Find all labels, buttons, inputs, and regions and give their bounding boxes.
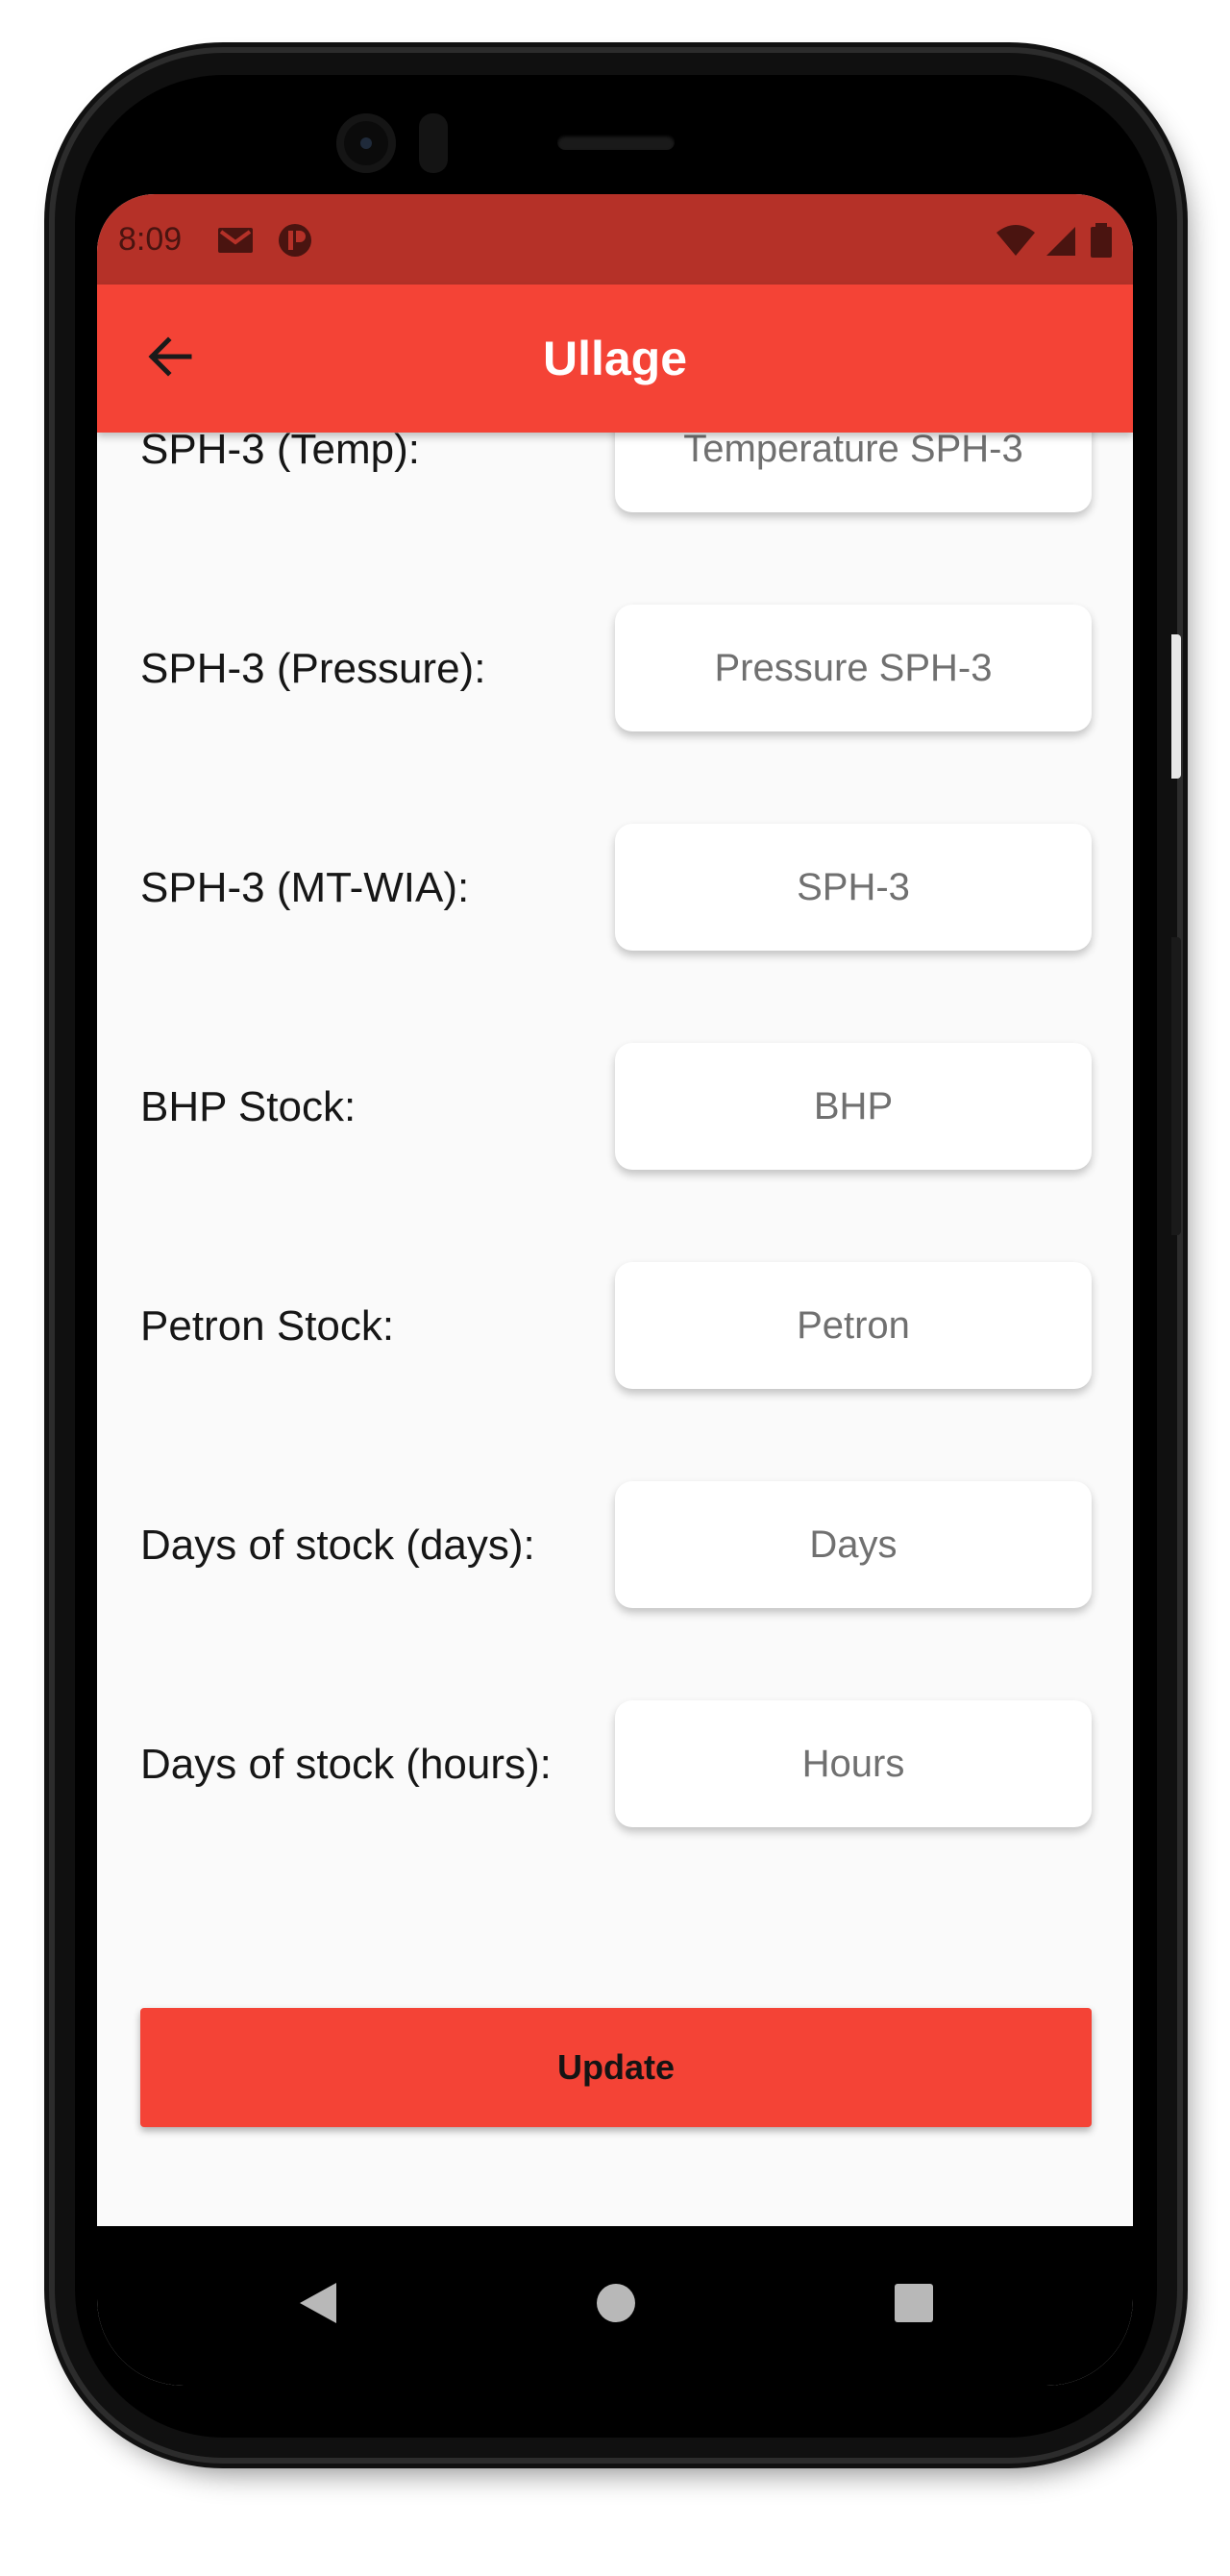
field-label: Days of stock (hours):	[140, 1741, 552, 1788]
app-notification-icon	[276, 223, 314, 258]
gmail-icon	[216, 223, 255, 258]
app-bar: Ullage	[97, 285, 1133, 433]
earpiece-speaker	[557, 135, 675, 150]
field-label: Days of stock (days):	[140, 1522, 535, 1569]
battery-icon	[1089, 223, 1114, 258]
status-bar: 8:09	[97, 194, 1133, 285]
nav-recents-button[interactable]	[877, 2268, 950, 2341]
system-navigation-bar	[97, 2226, 1133, 2386]
form-content: SPH-3 (Temp): SPH-3 (Pressure): SPH-3 (M…	[97, 385, 1133, 2226]
update-button[interactable]: Update	[140, 2008, 1092, 2127]
field-label: SPH-3 (Pressure):	[140, 645, 486, 692]
days-of-stock-days-input[interactable]	[615, 1481, 1092, 1608]
power-button	[1171, 937, 1181, 1235]
nav-home-button[interactable]	[579, 2268, 652, 2341]
form-row-bhp-stock: BHP Stock:	[97, 1043, 1133, 1172]
field-label: Petron Stock:	[140, 1302, 395, 1350]
days-of-stock-hours-input[interactable]	[615, 1700, 1092, 1827]
sph3-pressure-input[interactable]	[615, 605, 1092, 731]
page-title: Ullage	[542, 332, 688, 385]
status-time: 8:09	[118, 221, 183, 258]
nav-back-button[interactable]	[282, 2268, 355, 2341]
nav-back-icon	[296, 2281, 340, 2330]
sph3-mtwia-input[interactable]	[615, 824, 1092, 951]
cellular-signal-icon	[1043, 223, 1081, 258]
proximity-sensor	[419, 113, 448, 173]
form-row-days-of-stock-hours: Days of stock (hours):	[97, 1700, 1133, 1829]
form-row-petron-stock: Petron Stock:	[97, 1262, 1133, 1391]
form-row-sph3-pressure: SPH-3 (Pressure):	[97, 605, 1133, 733]
field-label: SPH-3 (MT-WIA):	[140, 864, 470, 911]
wifi-icon	[995, 223, 1037, 258]
screen: 8:09 Ullage SPH-3 (Temp): Temperature SP…	[97, 194, 1133, 2386]
form-row-days-of-stock-days: Days of stock (days):	[97, 1481, 1133, 1610]
back-button[interactable]	[137, 327, 201, 390]
nav-recents-icon	[893, 2282, 935, 2329]
form-row-sph3-mtwia: SPH-3 (MT-WIA):	[97, 824, 1133, 953]
petron-stock-input[interactable]	[615, 1262, 1092, 1389]
bhp-stock-input[interactable]	[615, 1043, 1092, 1170]
field-label: BHP Stock:	[140, 1083, 357, 1130]
front-camera-icon	[336, 113, 396, 173]
nav-home-icon	[595, 2282, 637, 2329]
volume-button	[1171, 634, 1181, 779]
arrow-back-icon	[145, 333, 193, 385]
